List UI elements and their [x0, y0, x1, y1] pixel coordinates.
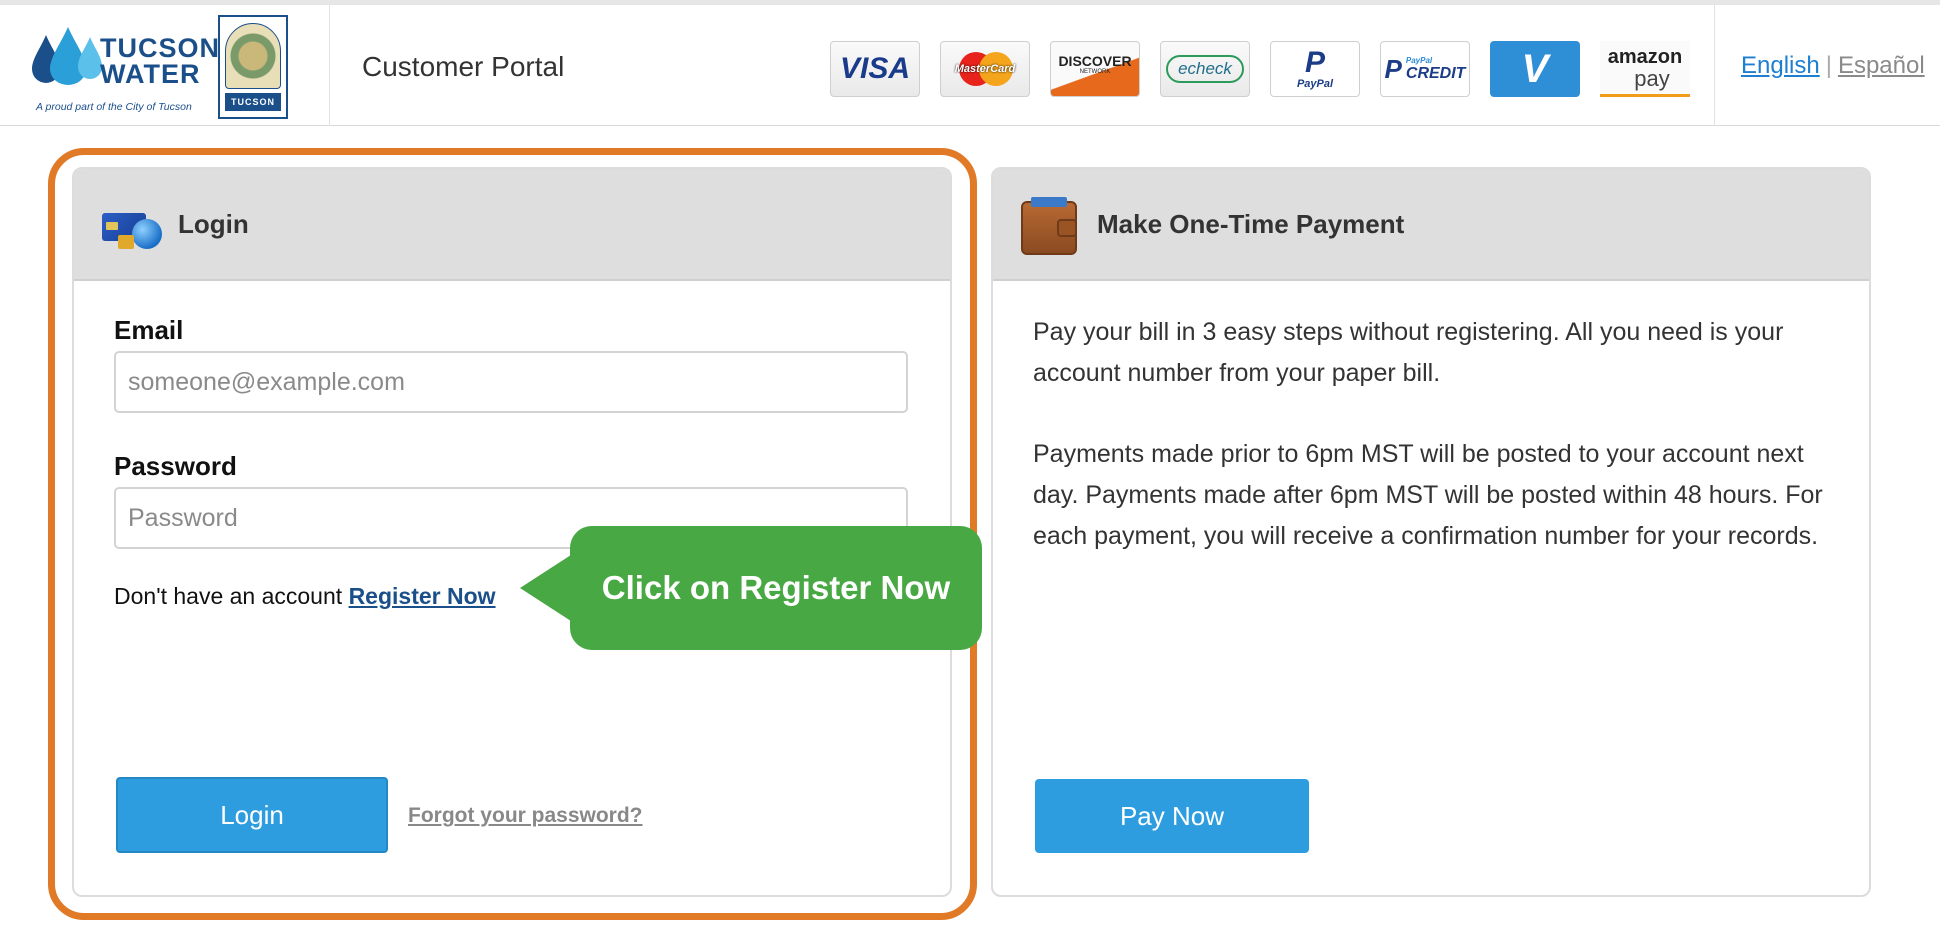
paypal-credit-text: PayPal CREDIT [1406, 56, 1466, 83]
language-switcher: English | Español [1714, 5, 1925, 126]
wallet-flap-shape [1057, 219, 1077, 237]
register-prompt-line: Don't have an account Register Now [114, 583, 496, 610]
login-title: Login [178, 209, 249, 239]
paypal-credit-big: CREDIT [1405, 64, 1466, 82]
logo-wordmark: TUCSON WATER [100, 33, 220, 89]
login-panel-header: Login [74, 169, 950, 281]
mastercard-label: MasterCard [954, 63, 1016, 75]
logo-line2: WATER [100, 59, 201, 89]
mastercard-icon: MasterCard [940, 41, 1030, 97]
language-english-link[interactable]: English [1741, 52, 1820, 80]
discover-icon: DISCOVER NETWORK [1050, 41, 1140, 97]
password-label: Password [114, 451, 237, 481]
paypal-label: PayPal [1296, 78, 1334, 90]
callout-arrow [520, 553, 574, 623]
paypal-credit-icon: P PayPal CREDIT [1380, 41, 1470, 97]
city-seal-icon: TUCSON [218, 15, 288, 119]
globe-shape [132, 219, 162, 249]
paypal-p-glyph: P [1304, 46, 1325, 79]
payment-title: Make One-Time Payment [1097, 209, 1405, 239]
water-drops-icon [32, 27, 102, 85]
payment-description: Pay your bill in 3 easy steps without re… [1033, 318, 1784, 387]
secure-card-icon [102, 209, 164, 255]
discover-sublabel: NETWORK [1079, 69, 1111, 75]
language-spanish-link[interactable]: Español [1838, 52, 1925, 80]
email-label: Email [114, 315, 184, 345]
echeck-label: echeck [1166, 55, 1244, 83]
seal-label: TUCSON [225, 93, 281, 111]
logo-area[interactable]: TUCSON WATER A proud part of the City of… [0, 5, 330, 126]
venmo-icon: V [1490, 41, 1580, 97]
register-callout: Click on Register Now [570, 526, 982, 650]
language-separator: | [1825, 51, 1832, 79]
portal-title: Customer Portal [362, 51, 565, 82]
wallet-card-shape [1031, 197, 1067, 207]
payment-panel-header: Make One-Time Payment [993, 169, 1869, 281]
seal-emblem [225, 23, 281, 89]
login-button[interactable]: Login [116, 777, 388, 853]
venmo-label: V [1521, 46, 1549, 91]
amazon-pay-label: pay [1634, 65, 1670, 91]
paypal-icon: P PayPal [1270, 41, 1360, 97]
payment-posting-info: Payments made prior to 6pm MST will be p… [1033, 440, 1823, 550]
one-time-payment-panel: Make One-Time Payment Pay your bill in 3… [991, 167, 1871, 897]
visa-icon: VISA [830, 41, 920, 97]
amazon-label: amazon [1607, 45, 1683, 68]
card-chip [106, 222, 118, 230]
site-header: TUCSON WATER A proud part of the City of… [0, 0, 1940, 126]
wallet-icon [1021, 197, 1077, 255]
visa-label: VISA [839, 52, 911, 85]
lock-shape [118, 235, 134, 249]
logo-line1: TUCSON [100, 33, 220, 63]
discover-label: DISCOVER [1058, 53, 1132, 69]
forgot-password-link[interactable]: Forgot your password? [408, 804, 643, 828]
amazon-pay-icon: amazon pay [1600, 41, 1690, 97]
logo-tagline: A proud part of the City of Tucson [36, 101, 192, 113]
pay-now-button[interactable]: Pay Now [1035, 779, 1309, 853]
paypal-credit-small: PayPal [1405, 55, 1433, 65]
register-prompt: Don't have an account [114, 583, 343, 609]
echeck-icon: echeck [1160, 41, 1250, 97]
paypal-credit-p-glyph: P [1384, 53, 1402, 84]
email-field[interactable] [114, 351, 908, 413]
register-now-link[interactable]: Register Now [349, 583, 496, 609]
